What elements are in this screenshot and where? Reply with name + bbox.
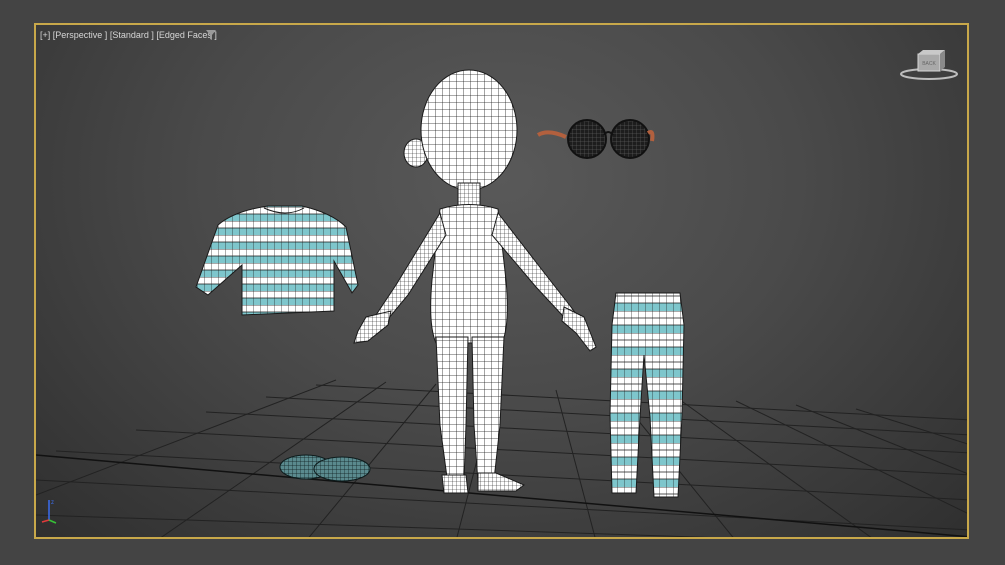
glasses-mesh <box>536 119 655 159</box>
perspective-viewport[interactable]: [+] [Perspective ] [Standard ] [Edged Fa… <box>34 23 969 539</box>
shirt-mesh <box>195 205 359 316</box>
slippers-mesh <box>279 454 371 482</box>
ground-grid <box>36 379 967 537</box>
pants-mesh <box>609 292 685 498</box>
svg-text:z: z <box>51 500 54 506</box>
scene-canvas[interactable] <box>36 25 969 539</box>
axis-gizmo-icon: z <box>41 500 57 524</box>
